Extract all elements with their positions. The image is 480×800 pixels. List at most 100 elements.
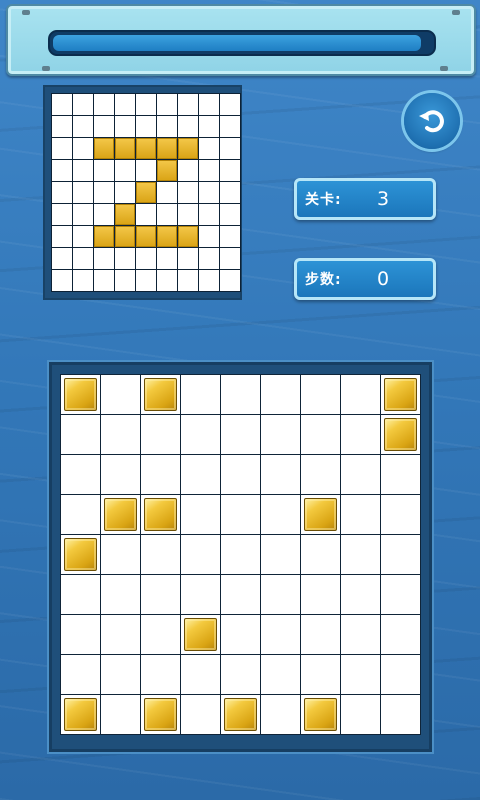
board-cell[interactable] bbox=[181, 495, 220, 534]
board-cell[interactable] bbox=[341, 695, 380, 734]
board-cell[interactable] bbox=[181, 655, 220, 694]
board-cell[interactable] bbox=[221, 495, 260, 534]
board-cell[interactable] bbox=[261, 415, 300, 454]
board-cell[interactable] bbox=[261, 695, 300, 734]
board-cell[interactable] bbox=[301, 615, 340, 654]
board-cell[interactable] bbox=[141, 415, 180, 454]
board-cell[interactable] bbox=[301, 375, 340, 414]
board-cell-filled[interactable] bbox=[181, 615, 220, 654]
board-cell[interactable] bbox=[261, 495, 300, 534]
board-cell-filled[interactable] bbox=[221, 695, 260, 734]
preview-cell bbox=[199, 116, 219, 137]
board-cell[interactable] bbox=[61, 455, 100, 494]
board-cell[interactable] bbox=[301, 575, 340, 614]
board-cell[interactable] bbox=[101, 375, 140, 414]
preview-cell bbox=[220, 248, 240, 269]
board-cell[interactable] bbox=[341, 415, 380, 454]
board-cell[interactable] bbox=[181, 695, 220, 734]
target-preview-grid bbox=[51, 93, 241, 292]
board-cell[interactable] bbox=[221, 655, 260, 694]
board-cell[interactable] bbox=[221, 535, 260, 574]
board-cell[interactable] bbox=[141, 575, 180, 614]
nail-icon bbox=[440, 66, 448, 71]
preview-cell bbox=[52, 226, 72, 247]
board-cell[interactable] bbox=[261, 375, 300, 414]
preview-cell bbox=[157, 182, 177, 203]
board-cell[interactable] bbox=[341, 615, 380, 654]
board-cell-filled[interactable] bbox=[61, 375, 100, 414]
board-cell[interactable] bbox=[261, 575, 300, 614]
board-cell[interactable] bbox=[261, 615, 300, 654]
board-cell[interactable] bbox=[101, 695, 140, 734]
board-cell[interactable] bbox=[141, 455, 180, 494]
board-cell[interactable] bbox=[301, 415, 340, 454]
preview-cell bbox=[136, 270, 156, 291]
board-cell[interactable] bbox=[381, 615, 420, 654]
board-cell[interactable] bbox=[181, 415, 220, 454]
board-cell[interactable] bbox=[221, 615, 260, 654]
board-cell[interactable] bbox=[381, 535, 420, 574]
preview-cell bbox=[52, 116, 72, 137]
level-box: 关卡: 3 bbox=[294, 178, 436, 220]
preview-cell-filled bbox=[115, 226, 135, 247]
board-cell[interactable] bbox=[181, 375, 220, 414]
board-cell[interactable] bbox=[181, 535, 220, 574]
board-cell-filled[interactable] bbox=[301, 695, 340, 734]
top-panel bbox=[6, 4, 476, 76]
board-cell[interactable] bbox=[141, 655, 180, 694]
board-cell-filled[interactable] bbox=[101, 495, 140, 534]
board-cell[interactable] bbox=[381, 655, 420, 694]
board-cell[interactable] bbox=[301, 655, 340, 694]
board-cell[interactable] bbox=[381, 495, 420, 534]
board-cell[interactable] bbox=[61, 495, 100, 534]
board-cell[interactable] bbox=[141, 535, 180, 574]
board-cell[interactable] bbox=[341, 575, 380, 614]
restart-button[interactable] bbox=[404, 93, 460, 149]
board-cell[interactable] bbox=[261, 455, 300, 494]
board-cell[interactable] bbox=[181, 575, 220, 614]
preview-cell bbox=[199, 160, 219, 181]
board-cell[interactable] bbox=[61, 655, 100, 694]
board-cell-filled[interactable] bbox=[381, 415, 420, 454]
board-cell-filled[interactable] bbox=[381, 375, 420, 414]
preview-cell bbox=[199, 226, 219, 247]
board-cell[interactable] bbox=[301, 535, 340, 574]
board-cell[interactable] bbox=[341, 375, 380, 414]
board-cell[interactable] bbox=[101, 575, 140, 614]
preview-cell-filled bbox=[178, 226, 198, 247]
preview-cell bbox=[52, 270, 72, 291]
board-cell[interactable] bbox=[341, 455, 380, 494]
board-cell[interactable] bbox=[261, 535, 300, 574]
board-cell[interactable] bbox=[101, 455, 140, 494]
board-cell[interactable] bbox=[261, 655, 300, 694]
board-cell-filled[interactable] bbox=[141, 495, 180, 534]
board-cell[interactable] bbox=[221, 455, 260, 494]
board-cell[interactable] bbox=[221, 415, 260, 454]
board-cell[interactable] bbox=[301, 455, 340, 494]
board-cell[interactable] bbox=[381, 455, 420, 494]
board-cell[interactable] bbox=[341, 655, 380, 694]
board-cell[interactable] bbox=[181, 455, 220, 494]
board-cell[interactable] bbox=[341, 495, 380, 534]
preview-cell bbox=[178, 182, 198, 203]
board-cell[interactable] bbox=[101, 655, 140, 694]
board-cell-filled[interactable] bbox=[61, 535, 100, 574]
board-cell[interactable] bbox=[101, 535, 140, 574]
board-cell[interactable] bbox=[221, 575, 260, 614]
board-cell[interactable] bbox=[101, 415, 140, 454]
board-cell[interactable] bbox=[61, 415, 100, 454]
board-cell-filled[interactable] bbox=[61, 695, 100, 734]
board-cell-filled[interactable] bbox=[141, 375, 180, 414]
board-cell[interactable] bbox=[141, 615, 180, 654]
board-cell[interactable] bbox=[101, 615, 140, 654]
board-cell-filled[interactable] bbox=[141, 695, 180, 734]
board-cell[interactable] bbox=[221, 375, 260, 414]
board-cell[interactable] bbox=[341, 535, 380, 574]
board-cell-filled[interactable] bbox=[301, 495, 340, 534]
board-cell[interactable] bbox=[381, 575, 420, 614]
board-cell[interactable] bbox=[381, 695, 420, 734]
board-cell[interactable] bbox=[61, 575, 100, 614]
board-cell[interactable] bbox=[61, 615, 100, 654]
refresh-icon bbox=[419, 110, 444, 133]
target-preview-panel bbox=[43, 85, 242, 300]
